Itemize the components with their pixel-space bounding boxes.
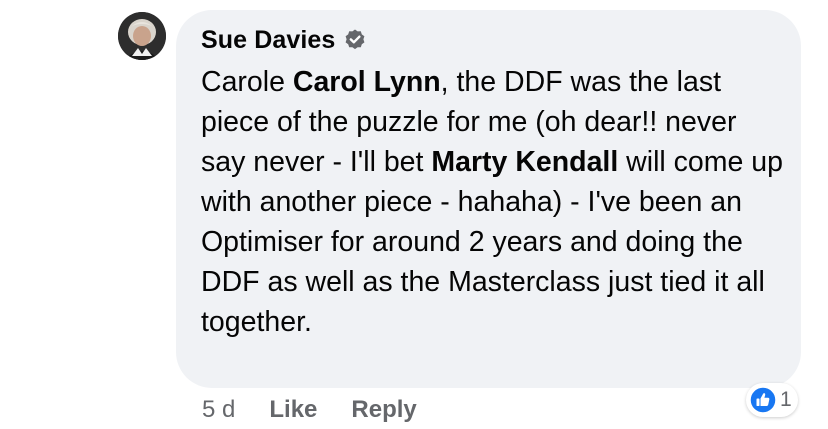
mention-link-carol-lynn[interactable]: Carol Lynn [293, 66, 441, 98]
comment-actions: 5 d Like Reply [202, 394, 417, 426]
comment-text: Carole Carol Lynn, the DDF was the last … [201, 62, 786, 342]
profile-photo-icon [118, 12, 166, 60]
comment-text-part: Carole [201, 66, 293, 98]
like-button[interactable]: Like [269, 396, 317, 424]
reply-button[interactable]: Reply [351, 396, 416, 424]
avatar[interactable] [118, 12, 166, 60]
timestamp-link[interactable]: 5 d [202, 396, 235, 424]
comment-bubble: Sue Davies Carole Carol Lynn, the DDF wa… [176, 10, 801, 388]
reaction-summary[interactable]: 1 [746, 383, 798, 417]
author-name[interactable]: Sue Davies [201, 26, 335, 55]
thumbs-up-icon [749, 386, 777, 414]
mention-link-marty-kendall[interactable]: Marty Kendall [431, 146, 618, 178]
reaction-count: 1 [780, 388, 792, 411]
verified-badge-icon [346, 29, 365, 50]
comment-header: Sue Davies [201, 23, 367, 57]
